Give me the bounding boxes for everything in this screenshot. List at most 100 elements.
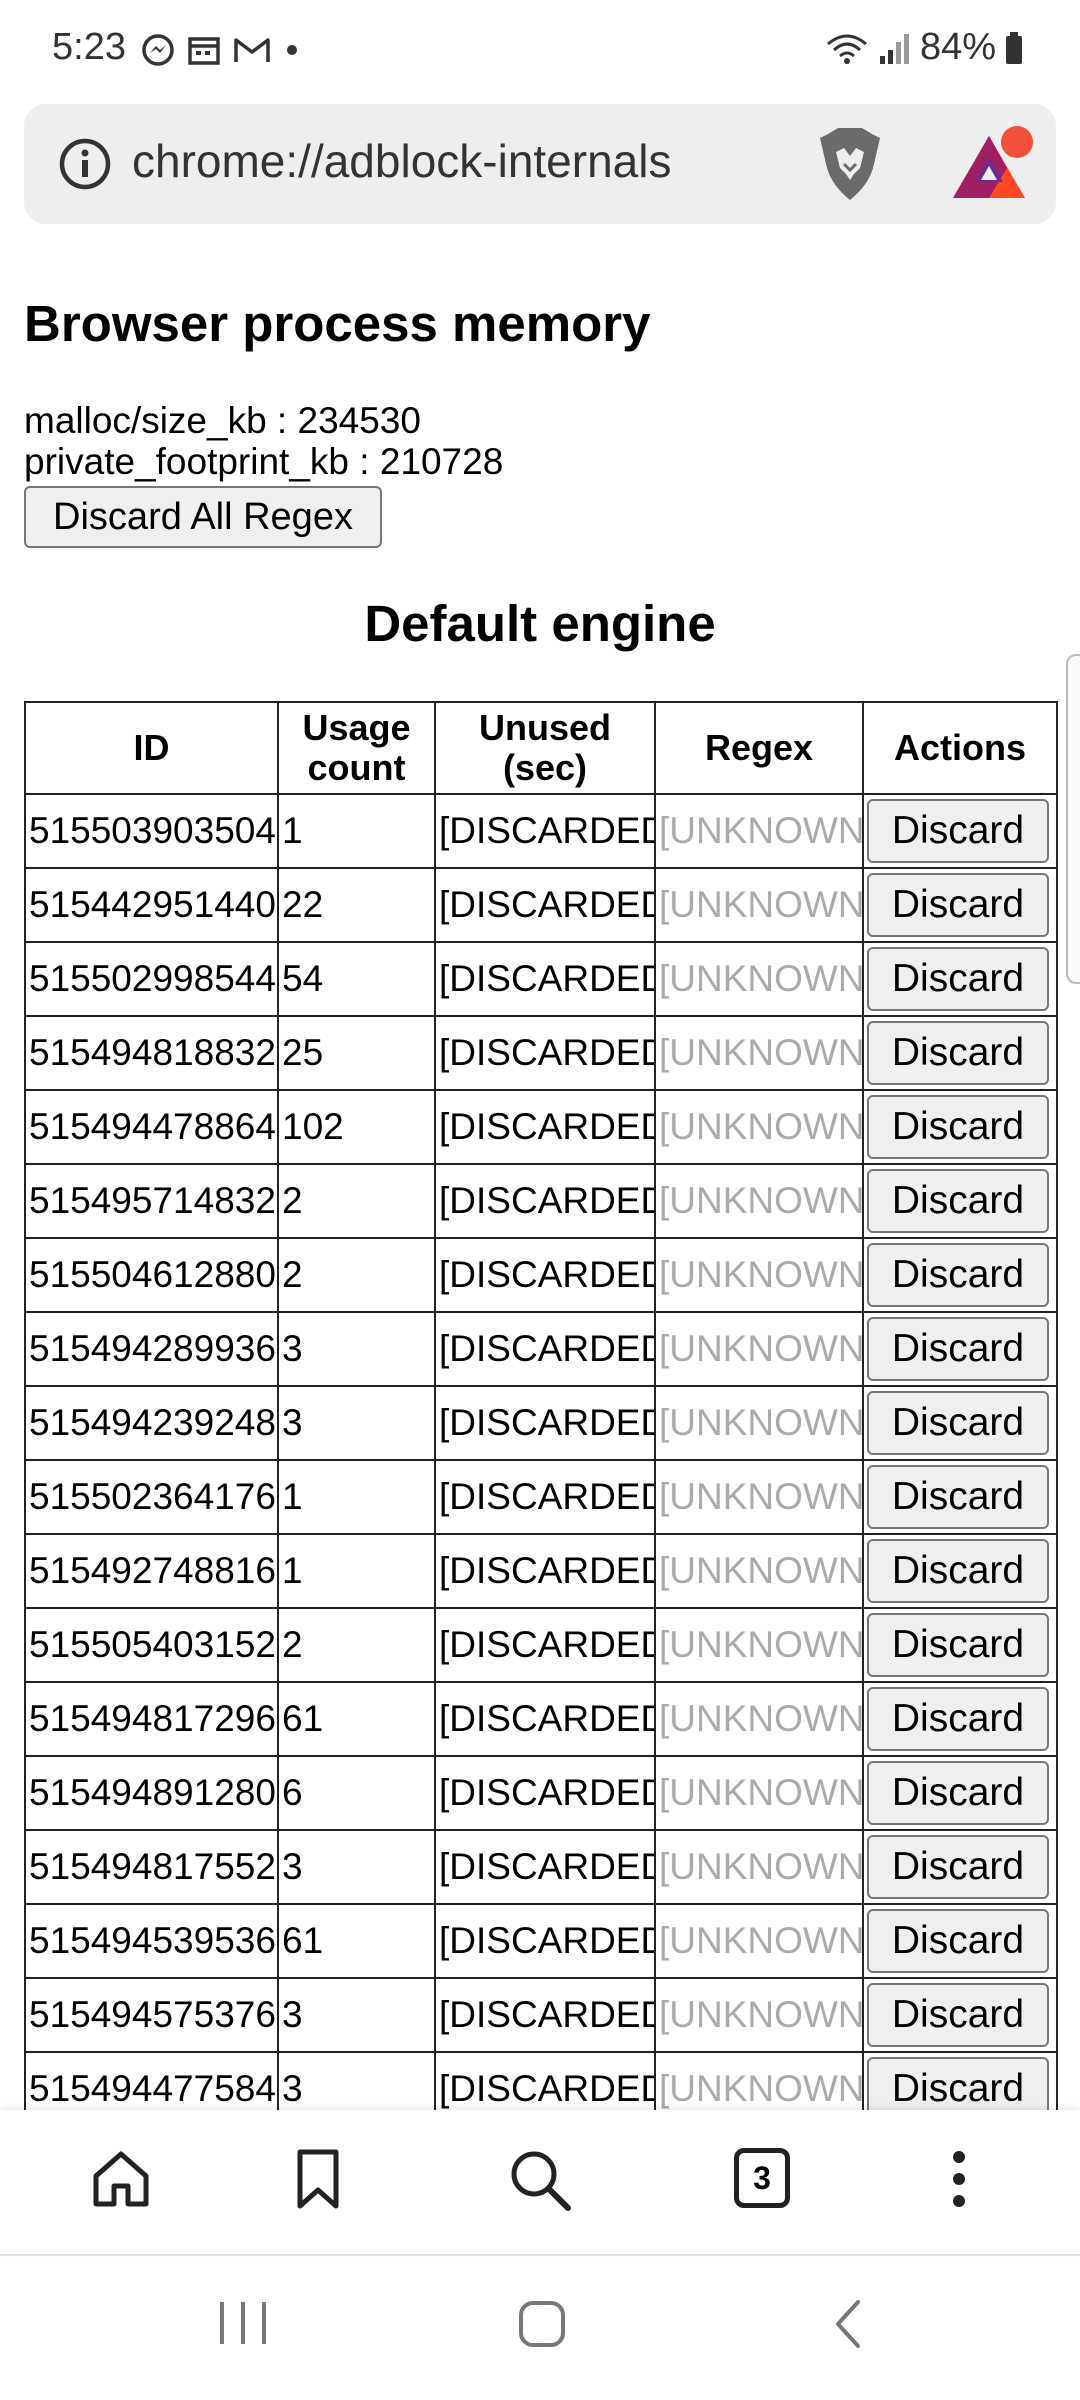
- table-row: 515494891280 6 [DISCARDED] [UNKNOWN] Discard: [24, 1755, 1058, 1831]
- discard-all-regex-button[interactable]: Discard All Regex: [24, 486, 382, 548]
- url-bar[interactable]: chrome://adblock-internals: [24, 104, 1056, 224]
- discard-button[interactable]: Discard: [867, 799, 1049, 863]
- cell-id: 515504612880: [24, 1237, 279, 1313]
- table-body: 515503903504 1 [DISCARDED] [UNKNOWN] Discard…: [24, 793, 1058, 2110]
- cell-actions: Discard: [862, 1533, 1058, 1609]
- cell-usage-count: 54: [277, 941, 436, 1017]
- info-icon[interactable]: [58, 137, 112, 191]
- system-nav-bar: [0, 2258, 1080, 2400]
- cell-id: 515502364176: [24, 1459, 279, 1535]
- discard-button[interactable]: Discard: [867, 873, 1049, 937]
- cell-actions: Discard: [862, 1385, 1058, 1461]
- cell-unused-sec: [DISCARDED]: [434, 2051, 656, 2110]
- brave-shields-icon[interactable]: [814, 124, 886, 204]
- discard-button[interactable]: Discard: [867, 1983, 1049, 2047]
- recents-icon[interactable]: [216, 2298, 270, 2348]
- table-row: 515505403152 2 [DISCARDED] [UNKNOWN] Discard: [24, 1607, 1058, 1683]
- discard-button[interactable]: Discard: [867, 947, 1049, 1011]
- cell-unused-sec: [DISCARDED]: [434, 1977, 656, 2053]
- cell-usage-count: 102: [277, 1089, 436, 1165]
- discard-button[interactable]: Discard: [867, 1391, 1049, 1455]
- cell-actions: Discard: [862, 941, 1058, 1017]
- table-row: 515494575376 3 [DISCARDED] [UNKNOWN] Discard: [24, 1977, 1058, 2053]
- cell-usage-count: 2: [277, 1237, 436, 1313]
- home-nav-icon[interactable]: [516, 2298, 568, 2350]
- cell-regex: [UNKNOWN]: [654, 793, 864, 869]
- discard-button[interactable]: Discard: [867, 1835, 1049, 1899]
- cell-regex: [UNKNOWN]: [654, 1237, 864, 1313]
- cell-usage-count: 3: [277, 1977, 436, 2053]
- table-row: 515502364176 1 [DISCARDED] [UNKNOWN] Discard: [24, 1459, 1058, 1535]
- cell-actions: Discard: [862, 1829, 1058, 1905]
- cell-actions: Discard: [862, 1015, 1058, 1091]
- discard-button[interactable]: Discard: [867, 1909, 1049, 1973]
- cell-actions: Discard: [862, 1459, 1058, 1535]
- cell-id: 515494477584: [24, 2051, 279, 2110]
- edge-panel-handle[interactable]: [1066, 654, 1080, 984]
- cell-unused-sec: [DISCARDED]: [434, 1163, 656, 1239]
- discard-button[interactable]: Discard: [867, 1761, 1049, 1825]
- cell-actions: Discard: [862, 1681, 1058, 1757]
- cell-usage-count: 2: [277, 1607, 436, 1683]
- discard-button[interactable]: Discard: [867, 1317, 1049, 1381]
- cell-id: 515505403152: [24, 1607, 279, 1683]
- cell-id: 515494818832: [24, 1015, 279, 1091]
- gmail-icon: [234, 38, 270, 62]
- discard-button[interactable]: Discard: [867, 1021, 1049, 1085]
- discard-button[interactable]: Discard: [867, 1465, 1049, 1529]
- cell-regex: [UNKNOWN]: [654, 2051, 864, 2110]
- home-icon[interactable]: [90, 2148, 152, 2210]
- table-row: 515494539536 61 [DISCARDED] [UNKNOWN] Discar…: [24, 1903, 1058, 1979]
- cell-regex: [UNKNOWN]: [654, 1607, 864, 1683]
- cell-actions: Discard: [862, 1237, 1058, 1313]
- header-usage-count: Usage count: [277, 701, 436, 795]
- cell-id: 515494817552: [24, 1829, 279, 1905]
- discard-button[interactable]: Discard: [867, 1169, 1049, 1233]
- regex-table: ID Usage count Unused (sec) Regex Action…: [24, 701, 1058, 2110]
- table-row: 515494817552 3 [DISCARDED] [UNKNOWN] Discard: [24, 1829, 1058, 1905]
- cell-regex: [UNKNOWN]: [654, 1015, 864, 1091]
- cell-regex: [UNKNOWN]: [654, 1459, 864, 1535]
- cell-actions: Discard: [862, 1607, 1058, 1683]
- discard-button[interactable]: Discard: [867, 2057, 1049, 2110]
- cell-regex: [UNKNOWN]: [654, 1829, 864, 1905]
- cell-id: 515494239248: [24, 1385, 279, 1461]
- engine-heading: Default engine: [364, 595, 716, 652]
- back-icon[interactable]: [828, 2298, 868, 2350]
- cell-regex: [UNKNOWN]: [654, 1311, 864, 1387]
- more-icon[interactable]: [944, 2148, 974, 2210]
- cell-id: 515503903504: [24, 793, 279, 869]
- dot-icon: [287, 45, 297, 55]
- cell-unused-sec: [DISCARDED]: [434, 1237, 656, 1313]
- url-text[interactable]: chrome://adblock-internals: [132, 134, 671, 188]
- table-row: 515492748816 1 [DISCARDED] [UNKNOWN] Discard: [24, 1533, 1058, 1609]
- cell-unused-sec: [DISCARDED]: [434, 1089, 656, 1165]
- calendar-icon: [188, 37, 220, 65]
- cell-id: 515494478864: [24, 1089, 279, 1165]
- cell-usage-count: 6: [277, 1755, 436, 1831]
- cell-usage-count: 3: [277, 1385, 436, 1461]
- discard-button[interactable]: Discard: [867, 1095, 1049, 1159]
- cell-regex: [UNKNOWN]: [654, 1385, 864, 1461]
- discard-button[interactable]: Discard: [867, 1539, 1049, 1603]
- cell-id: 515495714832: [24, 1163, 279, 1239]
- discard-button[interactable]: Discard: [867, 1687, 1049, 1751]
- discard-button[interactable]: Discard: [867, 1613, 1049, 1677]
- discard-button[interactable]: Discard: [867, 1243, 1049, 1307]
- table-row: 515494477584 3 [DISCARDED] [UNKNOWN] Discard: [24, 2051, 1058, 2110]
- cell-usage-count: 3: [277, 2051, 436, 2110]
- search-icon[interactable]: [508, 2148, 572, 2212]
- cell-id: 515494539536: [24, 1903, 279, 1979]
- battery-percent: 84%: [919, 26, 996, 68]
- bat-rewards-icon[interactable]: [949, 122, 1039, 206]
- tabs-icon[interactable]: 3: [734, 2148, 790, 2208]
- cell-actions: Discard: [862, 1311, 1058, 1387]
- cell-unused-sec: [DISCARDED]: [434, 1829, 656, 1905]
- cell-unused-sec: [DISCARDED]: [434, 1311, 656, 1387]
- header-actions: Actions: [862, 701, 1058, 795]
- header-regex: Regex: [654, 701, 864, 795]
- cell-usage-count: 22: [277, 867, 436, 943]
- table-row: 515494239248 3 [DISCARDED] [UNKNOWN] Discard: [24, 1385, 1058, 1461]
- bookmark-icon[interactable]: [292, 2148, 344, 2210]
- cell-id: 515502998544: [24, 941, 279, 1017]
